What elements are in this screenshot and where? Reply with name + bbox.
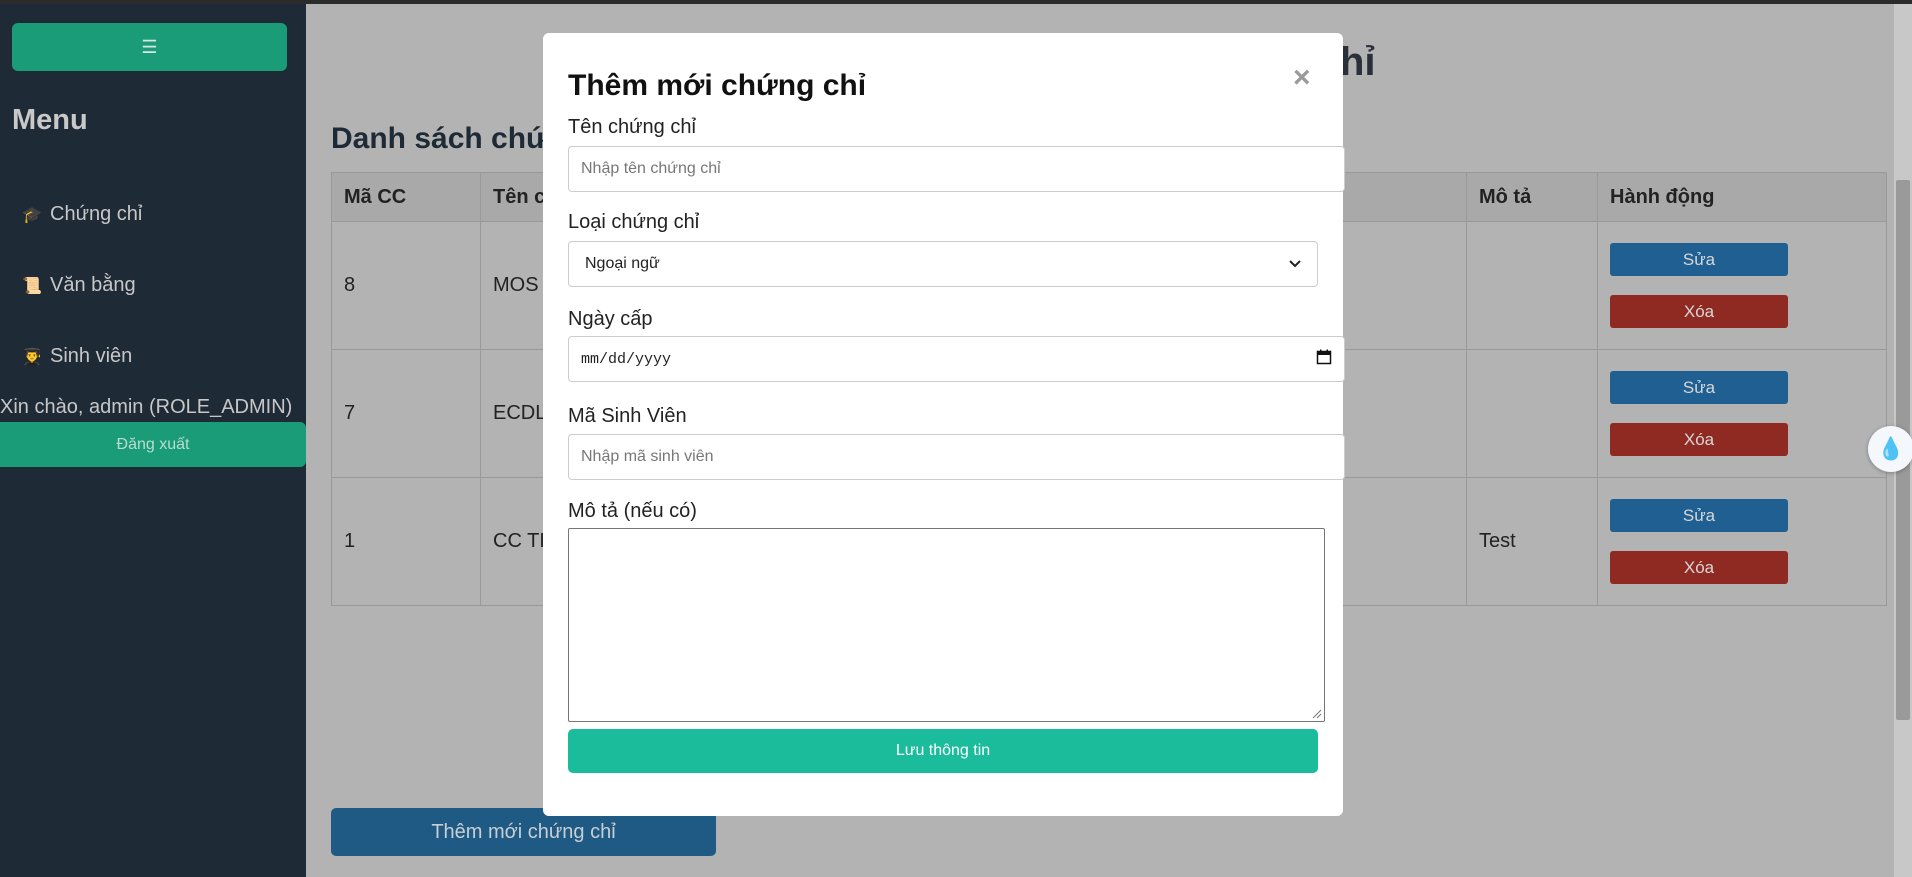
select-value: Ngoại ngữ	[585, 255, 660, 272]
cell-desc	[1466, 349, 1598, 478]
certificate-name-input[interactable]: Nhập tên chứng chỉ	[568, 146, 1345, 192]
menu-title: Menu	[12, 104, 88, 136]
certificate-type-select[interactable]: Ngoại ngữ	[568, 241, 1318, 287]
edit-button[interactable]: Sửa	[1610, 371, 1788, 404]
hamburger-icon: ☰	[141, 36, 158, 57]
save-button[interactable]: Lưu thông tin	[568, 729, 1318, 773]
delete-button[interactable]: Xóa	[1610, 423, 1788, 456]
hamburger-button[interactable]: ☰	[12, 23, 287, 71]
sidebar-item-diplomas[interactable]: 📜 Văn bằng	[22, 274, 136, 297]
issue-date-input[interactable]: mm/dd/yyyy	[568, 336, 1345, 382]
cell-actions: Sửa Xóa	[1597, 477, 1887, 606]
cell-id: 7	[331, 349, 481, 478]
edit-button[interactable]: Sửa	[1610, 499, 1788, 532]
student-code-label: Mã Sinh Viên	[568, 405, 687, 427]
cell-id: 8	[331, 221, 481, 350]
page-title: hỉ	[1340, 40, 1376, 84]
cell-actions: Sửa Xóa	[1597, 221, 1887, 350]
scroll-icon: 📜	[22, 277, 42, 295]
column-header: Mã CC	[331, 172, 481, 222]
sidebar: ☰ Menu 🎓 Chứng chỉ 📜 Văn bằng 👨‍🎓 Sinh v…	[0, 4, 306, 877]
delete-button[interactable]: Xóa	[1610, 551, 1788, 584]
calendar-icon[interactable]	[1316, 349, 1332, 370]
add-certificate-modal: Thêm mới chứng chỉ × Tên chứng chỉ Nhập …	[543, 33, 1345, 816]
certificate-name-label: Tên chứng chỉ	[568, 116, 696, 138]
sidebar-item-certificates[interactable]: 🎓 Chứng chỉ	[22, 203, 142, 226]
cell-desc	[1466, 221, 1598, 350]
cell-id: 1	[331, 477, 481, 606]
certificate-type-label: Loại chứng chỉ	[568, 211, 700, 233]
column-header: Hành động	[1597, 172, 1887, 222]
sidebar-item-label: Sinh viên	[50, 345, 133, 367]
description-textarea[interactable]	[568, 528, 1325, 722]
sidebar-item-label: Văn bằng	[50, 274, 136, 296]
floating-assistant-button[interactable]: 💧	[1868, 426, 1912, 472]
description-label: Mô tả (nếu có)	[568, 500, 697, 522]
window-top-border	[0, 0, 1912, 4]
resize-handle-icon[interactable]	[1312, 709, 1322, 719]
date-placeholder: mm/dd/yyyy	[581, 350, 672, 368]
student-code-input[interactable]: Nhập mã sinh viên	[568, 434, 1345, 480]
cell-desc: Test	[1466, 477, 1598, 606]
logout-button[interactable]: Đăng xuất	[0, 422, 306, 467]
delete-button[interactable]: Xóa	[1610, 295, 1788, 328]
cell-actions: Sửa Xóa	[1597, 349, 1887, 478]
sidebar-item-students[interactable]: 👨‍🎓 Sinh viên	[22, 345, 132, 368]
column-header: Mô tả	[1466, 172, 1598, 222]
student-icon: 👨‍🎓	[22, 348, 42, 366]
close-icon[interactable]: ×	[1293, 61, 1311, 95]
sidebar-item-label: Chứng chỉ	[50, 203, 143, 225]
graduation-cap-icon: 🎓	[22, 206, 42, 224]
edit-button[interactable]: Sửa	[1610, 243, 1788, 276]
chevron-down-icon	[1289, 255, 1301, 273]
greeting-text: Xin chào, admin (ROLE_ADMIN)	[0, 396, 293, 418]
modal-title: Thêm mới chứng chỉ	[568, 69, 867, 102]
list-title: Danh sách chứ	[331, 122, 548, 155]
issue-date-label: Ngày cấp	[568, 308, 653, 330]
droplet-sparkle-icon: 💧	[1877, 436, 1905, 461]
